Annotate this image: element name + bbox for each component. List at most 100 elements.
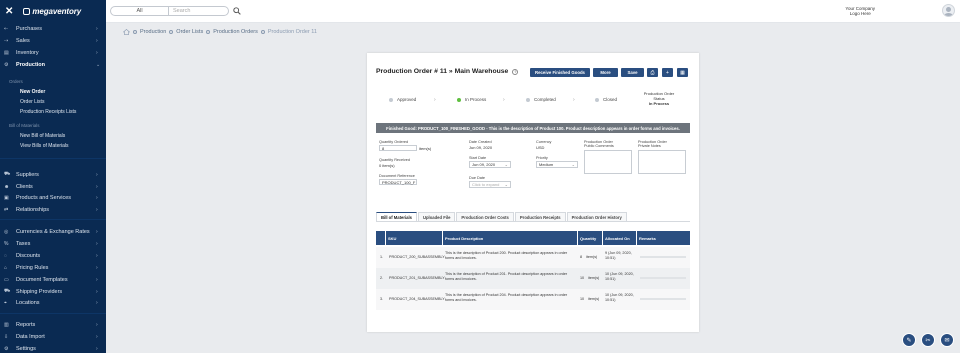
column-header-quantity[interactable]: Quantity (577, 231, 602, 245)
shipping-icon: ⛟ (4, 288, 11, 294)
sidebar-divider (0, 158, 106, 159)
row-number: 1. (380, 255, 384, 259)
row-qty: 10 (580, 297, 585, 301)
step-approved[interactable]: Approved (389, 97, 416, 102)
tools-fab-icon[interactable]: ✂ (921, 333, 935, 347)
breadcrumb-item-order-lists[interactable]: Order Lists (176, 29, 203, 35)
row-remarks-field[interactable] (640, 256, 686, 258)
avatar[interactable] (942, 4, 955, 17)
sidebar-link-new-bom[interactable]: New Bill of Materials (20, 133, 65, 139)
grid-icon[interactable]: ▦ (677, 68, 688, 77)
row-remarks-field[interactable] (640, 277, 686, 279)
doc-ref-field[interactable]: PRODUCT_100_F (379, 179, 417, 185)
sidebar-item-suppliers[interactable]: ⛟ Suppliers › (0, 169, 106, 180)
table-row[interactable]: 2. PRODUCT_201_SUBASSEMBLY This is the d… (376, 268, 690, 289)
sidebar-item-production[interactable]: ⚙ Production ⌄ (0, 59, 106, 70)
receive-finished-goods-button[interactable]: Receive Finished Goods (530, 68, 590, 77)
sidebar: ✕ megaventory ⇠ Purchases › ⇢ Sales › ▤ Inven… (0, 0, 106, 353)
sidebar-item-products[interactable]: ▣ Products and Services › (0, 192, 106, 203)
chevron-right-icon: › (96, 264, 98, 271)
chevron-right-icon: › (96, 183, 98, 190)
sidebar-item-clients[interactable]: ☻ Clients › (0, 181, 106, 192)
help-icon[interactable]: ? (512, 68, 519, 75)
search-input[interactable]: Search (169, 6, 229, 16)
tab-production-order-history[interactable]: Production Order History (566, 212, 627, 221)
sidebar-item-shipping-providers[interactable]: ⛟ Shipping Providers › (0, 286, 106, 297)
chevron-right-icon: › (96, 37, 98, 44)
more-button[interactable]: More (593, 68, 618, 77)
breadcrumb-item-production-orders[interactable]: Production Orders (213, 29, 258, 35)
sidebar-item-currencies[interactable]: ◎ Currencies & Exchange Rates › (0, 226, 106, 237)
step-completed[interactable]: Completed (526, 97, 556, 102)
home-icon[interactable] (123, 29, 130, 35)
close-icon[interactable]: ✕ (5, 6, 13, 17)
search-icon[interactable] (233, 7, 241, 15)
global-search: All Search (110, 6, 241, 16)
brand-logo[interactable]: megaventory (23, 7, 81, 16)
sidebar-divider (0, 313, 106, 314)
sidebar-item-sales[interactable]: ⇢ Sales › (0, 35, 106, 46)
due-date-field[interactable]: Click to expand ⌄ (469, 181, 511, 188)
status-badge: Production Order Status In Process (643, 91, 675, 106)
sidebar-link-production-receipts[interactable]: Production Receipts Lists (20, 109, 76, 115)
sidebar-section-orders: Orders (9, 79, 23, 84)
tab-production-receipts[interactable]: Production Receipts (514, 212, 566, 221)
chevron-right-icon: › (96, 321, 98, 328)
breadcrumb-item-production[interactable]: Production (140, 29, 166, 35)
brand-logo-text: megaventory (32, 6, 82, 16)
qty-ordered-field[interactable]: 8 (379, 145, 417, 151)
sidebar-item-taxes[interactable]: % Taxes › (0, 238, 106, 249)
row-qty-unit: item(s) (588, 276, 600, 280)
save-button[interactable]: Save (621, 68, 644, 77)
step-in-process[interactable]: In Process (457, 97, 486, 102)
sidebar-item-purchases[interactable]: ⇠ Purchases › (0, 23, 106, 34)
tab-production-order-costs[interactable]: Production Order Costs (456, 212, 514, 221)
column-header-description[interactable]: Product Description (442, 231, 577, 245)
sidebar-item-settings[interactable]: ⚙ Settings › (0, 343, 106, 353)
sidebar-item-reports[interactable]: ▥ Reports › (0, 319, 106, 330)
row-sku: PRODUCT_201_SUBASSEMBLY (389, 276, 445, 280)
step-closed[interactable]: Closed (595, 97, 617, 102)
truck-icon: ⛟ (4, 171, 11, 177)
chevron-down-icon: ⌄ (504, 162, 508, 167)
location-icon: ⌖ (4, 299, 7, 306)
percent-icon: % (4, 240, 9, 247)
doc-ref-label: Document Reference (379, 174, 415, 178)
row-remarks-field[interactable] (640, 298, 686, 300)
table-row[interactable]: 3. PRODUCT_204_SUBASSEMBLY This is the d… (376, 289, 690, 310)
print-icon[interactable]: ⎙ (647, 68, 658, 77)
due-date-label: Due Date (469, 176, 486, 180)
step-dot-icon (457, 97, 461, 102)
sidebar-item-pricing-rules[interactable]: ⌂ Pricing Rules › (0, 262, 106, 273)
public-comments-textarea[interactable] (584, 150, 632, 174)
tab-bill-of-materials[interactable]: Bill of Materials (376, 212, 417, 221)
chat-fab-icon[interactable]: ✉ (940, 333, 954, 347)
tab-uploaded-file[interactable]: Uploaded File (417, 212, 456, 221)
sales-icon: ⇢ (4, 37, 9, 44)
public-comments-label: Production Order Public Comments (584, 140, 614, 149)
chevron-right-icon: › (96, 240, 98, 247)
sidebar-item-discounts[interactable]: ◌ Discounts › (0, 250, 106, 261)
sidebar-item-document-templates[interactable]: ▭ Document Templates › (0, 274, 106, 285)
discount-icon: ◌ (4, 252, 7, 259)
priority-select[interactable]: Medium ⌄ (536, 161, 578, 168)
cart-icon: ⇠ (4, 25, 9, 32)
row-qty-unit: item(s) (586, 255, 598, 259)
sidebar-link-view-boms[interactable]: View Bills of Materials (20, 143, 69, 149)
currency-icon: ◎ (4, 228, 9, 235)
column-header-remarks[interactable]: Remarks (636, 231, 690, 245)
edit-fab-icon[interactable]: ✎ (902, 333, 916, 347)
start-date-field[interactable]: Jun 09, 2020 ⌄ (469, 161, 511, 168)
sidebar-item-data-import[interactable]: ⇩ Data Import › (0, 331, 106, 342)
sidebar-item-locations[interactable]: ⌖ Locations › (0, 297, 106, 308)
search-scope-select[interactable]: All (110, 6, 169, 16)
private-notes-textarea[interactable] (638, 150, 686, 174)
column-header-allocated[interactable]: Allocated On (602, 231, 636, 245)
sidebar-item-inventory[interactable]: ▤ Inventory › (0, 47, 106, 58)
add-icon[interactable]: + (662, 68, 673, 77)
date-created-value: Jun 09, 2020 (469, 145, 493, 150)
table-row[interactable]: 1. PRODUCT_200_SUBASSEMBLY This is the d… (376, 247, 690, 268)
sidebar-link-new-order[interactable]: New Order (20, 89, 45, 95)
sidebar-item-relationships[interactable]: ⇄ Relationships › (0, 204, 106, 215)
sidebar-link-order-lists[interactable]: Order Lists (20, 99, 44, 105)
